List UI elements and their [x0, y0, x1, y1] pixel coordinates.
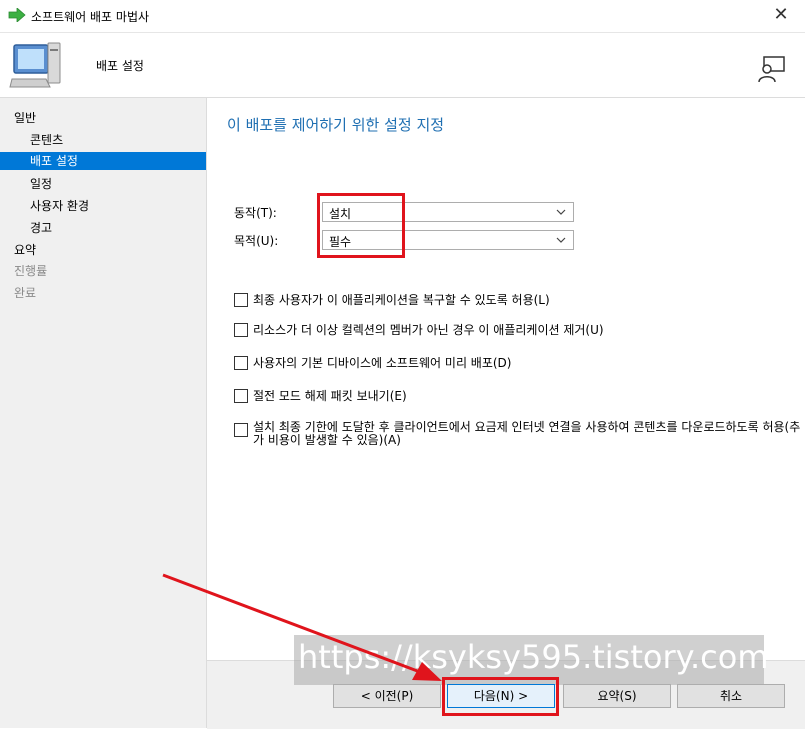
checkbox-label: 절전 모드 해제 패킷 보내기(E)	[253, 389, 407, 403]
metered-download-checkbox[interactable]	[234, 423, 248, 437]
watermark-text: https://ksyksy595.tistory.com	[298, 638, 769, 676]
chevron-down-icon	[556, 237, 566, 243]
predeploy-checkbox[interactable]	[234, 356, 248, 370]
page-title: 배포 설정	[96, 59, 144, 73]
sidebar-item-deployment-settings[interactable]: 배포 설정	[0, 152, 206, 170]
sidebar-item-user-experience[interactable]: 사용자 환경	[0, 197, 206, 215]
summary-button[interactable]: 요약(S)	[563, 684, 671, 708]
close-icon[interactable]: ✕	[769, 4, 793, 25]
back-button[interactable]: < 이전(P)	[333, 684, 441, 708]
checkbox-label: 최종 사용자가 이 애플리케이션을 복구할 수 있도록 허용(L)	[253, 293, 550, 307]
chevron-down-icon	[556, 209, 566, 215]
section-heading: 이 배포를 제어하기 위한 설정 지정	[227, 116, 445, 134]
checkbox-label: 설치 최종 기한에 도달한 후 클라이언트에서 요금제 인터넷 연결을 사용하여…	[253, 420, 801, 447]
green-arrow-icon	[8, 8, 26, 22]
content-panel	[207, 98, 805, 660]
highlight-box-dropdowns	[317, 193, 405, 258]
cancel-button[interactable]: 취소	[677, 684, 785, 708]
sidebar-item-progress: 진행률	[14, 264, 48, 278]
sidebar-item-content[interactable]: 콘텐츠	[0, 131, 206, 149]
sidebar-item-schedule[interactable]: 일정	[0, 175, 206, 193]
remove-app-checkbox[interactable]	[234, 323, 248, 337]
help-person-icon[interactable]	[756, 55, 786, 83]
computer-icon	[9, 42, 61, 88]
wake-up-packet-checkbox[interactable]	[234, 389, 248, 403]
wizard-header: 배포 설정	[0, 33, 805, 98]
sidebar-item-summary[interactable]: 요약	[0, 241, 206, 259]
highlight-box-next	[442, 677, 559, 716]
title-bar: 소프트웨어 배포 마법사 ✕	[0, 0, 805, 33]
checkbox-label: 사용자의 기본 디바이스에 소프트웨어 미리 배포(D)	[253, 356, 512, 370]
checkbox-label: 리소스가 더 이상 컬렉션의 멤버가 아닌 경우 이 애플리케이션 제거(U)	[253, 323, 604, 337]
window-title: 소프트웨어 배포 마법사	[31, 10, 150, 24]
sidebar-item-alerts[interactable]: 경고	[0, 219, 206, 237]
sidebar-item-general[interactable]: 일반	[0, 109, 206, 127]
action-label: 동작(T):	[234, 206, 277, 220]
purpose-label: 목적(U):	[234, 234, 279, 248]
allow-repair-checkbox[interactable]	[234, 293, 248, 307]
sidebar-item-completion: 완료	[14, 286, 37, 300]
